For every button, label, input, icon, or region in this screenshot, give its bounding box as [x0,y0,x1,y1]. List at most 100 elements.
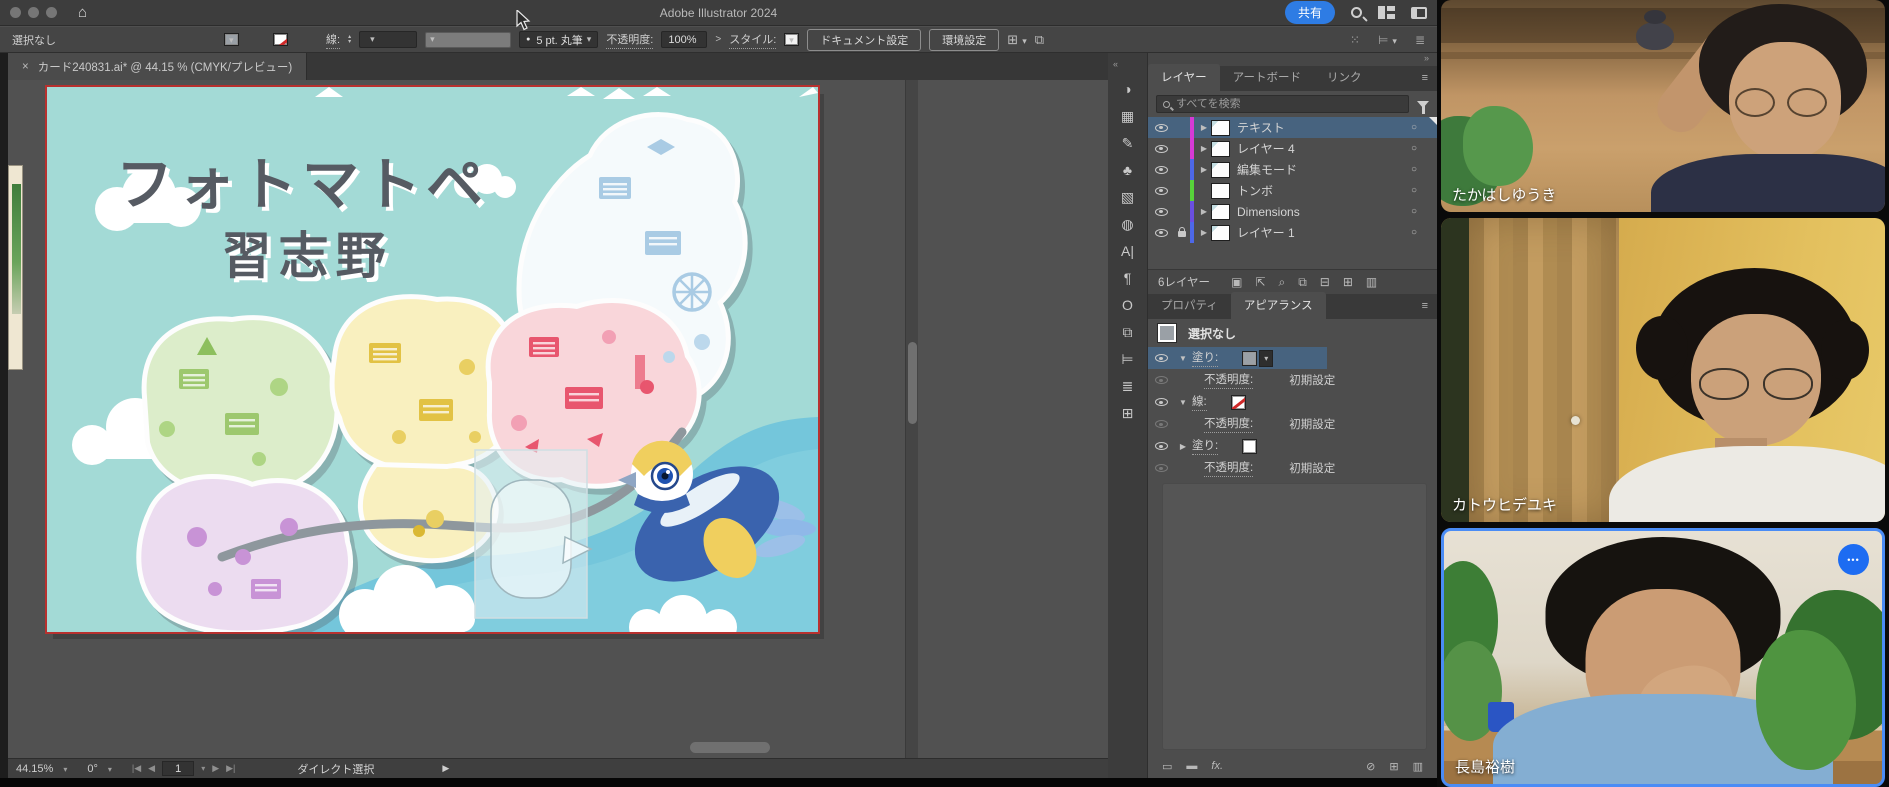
add-fill-icon[interactable]: ▬ [1186,760,1197,772]
tab-artboards[interactable]: アートボード [1220,64,1314,91]
layer-thumbnail[interactable] [1211,141,1230,157]
status-expand-icon[interactable]: ▶ [442,763,449,774]
snap-options-icon[interactable]: ⊨ [1378,33,1397,47]
expand-icon[interactable]: ▶ [1197,207,1211,216]
appearance-row-fill1[interactable]: ▼ 塗り: ▾ [1148,347,1437,369]
expand-icon[interactable]: ▶ [1197,228,1211,237]
stroke-label[interactable]: 線: [1192,393,1207,411]
expand-icon[interactable]: ▼ [1174,398,1192,407]
vertical-scrollbar[interactable] [905,80,918,758]
share-button[interactable]: 共有 [1285,1,1335,24]
layer-name[interactable]: テキスト [1237,119,1285,136]
target-circle-icon[interactable]: ○ [1411,143,1417,154]
opacity-value[interactable]: 初期設定 [1289,460,1335,476]
stroke-weight-stepper[interactable]: ▴▾ [348,35,351,45]
appearance-row-opacity2[interactable]: 不透明度: 初期設定 [1148,413,1437,435]
delete-item-icon[interactable]: ▥ [1413,760,1423,773]
visibility-toggle[interactable] [1148,166,1174,174]
clipping-mask-icon[interactable]: ⧉ [1298,275,1307,290]
artboard-number-field[interactable]: 1 [162,761,194,776]
layer-name[interactable]: Dimensions [1237,205,1300,219]
fill-swatch[interactable] [1242,351,1257,366]
visibility-toggle[interactable] [1148,442,1174,450]
artboard[interactable]: フォトマトペ フォトマトペ 習志野 習志野 [47,87,818,632]
collapse-dock-icon[interactable]: « [1113,59,1118,69]
tab-layers[interactable]: レイヤー [1148,64,1220,91]
pattern-panel-icon[interactable]: ⊞ [1116,406,1140,420]
horizontal-scrollbar-thumb[interactable] [690,742,770,753]
artboard-icon[interactable]: ▣ [1231,275,1242,289]
expand-icon[interactable]: ▶ [1197,123,1211,132]
visibility-toggle[interactable] [1148,354,1174,362]
layer-name[interactable]: レイヤー 4 [1237,140,1295,157]
opacity-value[interactable]: 初期設定 [1289,416,1335,432]
new-sublayer-icon[interactable]: ⊟ [1320,275,1330,289]
layers-search-box[interactable] [1156,95,1409,113]
layer-row-layer4[interactable]: ▶ レイヤー 4 ○ [1148,138,1437,159]
fill-swatch[interactable] [1242,439,1257,454]
stroke-swatch[interactable] [1231,395,1246,410]
home-icon[interactable]: ⌂ [78,5,87,20]
opacity-label[interactable]: 不透明度: [1204,371,1253,389]
tab-links[interactable]: リンク [1314,64,1375,91]
zoom-level[interactable]: 44.15% [16,763,67,775]
opentype-panel-icon[interactable]: O [1116,298,1140,312]
target-circle-icon[interactable]: ○ [1411,185,1417,196]
paragraph-panel-icon[interactable]: ¶ [1116,271,1140,285]
style-label[interactable]: スタイル: [729,31,776,49]
visibility-toggle[interactable] [1148,145,1174,153]
fill-label[interactable]: 塗り: [1192,437,1218,455]
participant-tile-2[interactable]: カトウヒデユキ [1441,218,1885,522]
more-options-button[interactable] [1838,544,1869,575]
rotation-angle[interactable]: 0° [87,763,112,775]
opacity-more-chevron[interactable]: > [715,34,721,45]
layers-search-input[interactable] [1176,98,1402,110]
target-circle-icon[interactable]: ○ [1411,227,1417,238]
tab-appearance[interactable]: アピアランス [1231,292,1326,319]
window-close-button[interactable] [10,7,21,18]
preferences-button[interactable]: 環境設定 [929,29,999,51]
opacity-field[interactable]: 100% [661,31,707,48]
arrange-documents-icon[interactable] [1411,7,1427,19]
opacity-value[interactable]: 初期設定 [1289,372,1335,388]
align-panel-icon[interactable]: ⊨ [1116,352,1140,366]
stroke-swatch[interactable] [273,33,288,46]
color-panel-icon[interactable]: ◑ [1116,82,1140,96]
appearance-row-opacity3[interactable]: 不透明度: 初期設定 [1148,457,1437,479]
opacity-label[interactable]: 不透明度: [606,31,653,49]
tab-close-icon[interactable]: × [22,61,29,73]
collect-export-icon[interactable]: ⇱ [1255,275,1265,289]
participant-tile-3-active[interactable]: 長島裕樹 [1441,528,1885,787]
stroke-panel-icon[interactable]: ≣ [1116,379,1140,393]
clear-appearance-icon[interactable]: ⊘ [1366,760,1375,773]
layers-panel-menu-icon[interactable]: ≡ [1422,72,1428,84]
fill-swatch[interactable] [224,33,239,46]
expand-icon[interactable]: ▶ [1197,165,1211,174]
variable-width-profile[interactable] [425,32,511,48]
workspace-switcher-icon[interactable] [1378,6,1395,19]
style-swatch[interactable] [784,33,799,46]
grid-snap-icon[interactable]: ⁙ [1350,33,1360,47]
layer-row-layer1[interactable]: ▶ レイヤー 1 ○ [1148,222,1437,243]
expand-icon[interactable]: ▼ [1174,354,1192,363]
expand-dock-icon[interactable]: » [1424,53,1429,66]
participant-tile-1[interactable]: たかはしゆうき [1441,0,1885,212]
target-circle-icon[interactable]: ○ [1411,164,1417,175]
visibility-toggle[interactable] [1148,398,1174,406]
layers-shortcut-icon[interactable]: ⧉ [1116,325,1140,339]
swatch-dropdown-icon[interactable]: ▾ [1259,350,1273,367]
layer-row-dimensions[interactable]: ▶ Dimensions ○ [1148,201,1437,222]
layer-thumbnail[interactable] [1211,204,1230,220]
target-circle-icon[interactable]: ○ [1411,206,1417,217]
window-zoom-button[interactable] [46,7,57,18]
layer-thumbnail[interactable] [1211,162,1230,178]
add-effect-icon[interactable]: fx. [1211,760,1223,772]
opacity-label[interactable]: 不透明度: [1204,459,1253,477]
layer-row-trimmarks[interactable]: トンボ ○ [1148,180,1437,201]
character-panel-icon[interactable]: A| [1116,244,1140,258]
layer-row-editmode[interactable]: ▶ 編集モード ○ [1148,159,1437,180]
new-layer-icon[interactable]: ⊞ [1343,275,1353,289]
delete-layer-icon[interactable]: ▥ [1366,275,1377,289]
locate-object-icon[interactable]: ⌕ [1278,275,1285,290]
share-document-icon[interactable]: ⧉ [1035,32,1044,48]
